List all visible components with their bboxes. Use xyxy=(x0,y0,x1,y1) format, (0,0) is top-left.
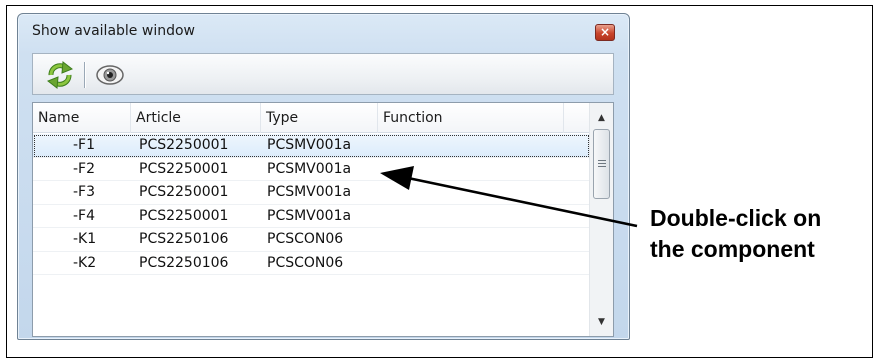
annotation-line-1: Double-click on xyxy=(650,205,822,231)
annotation-line-2: the component xyxy=(650,236,815,262)
annotation-text: Double-click on the component xyxy=(650,203,875,265)
annotation-arrow xyxy=(380,166,638,228)
